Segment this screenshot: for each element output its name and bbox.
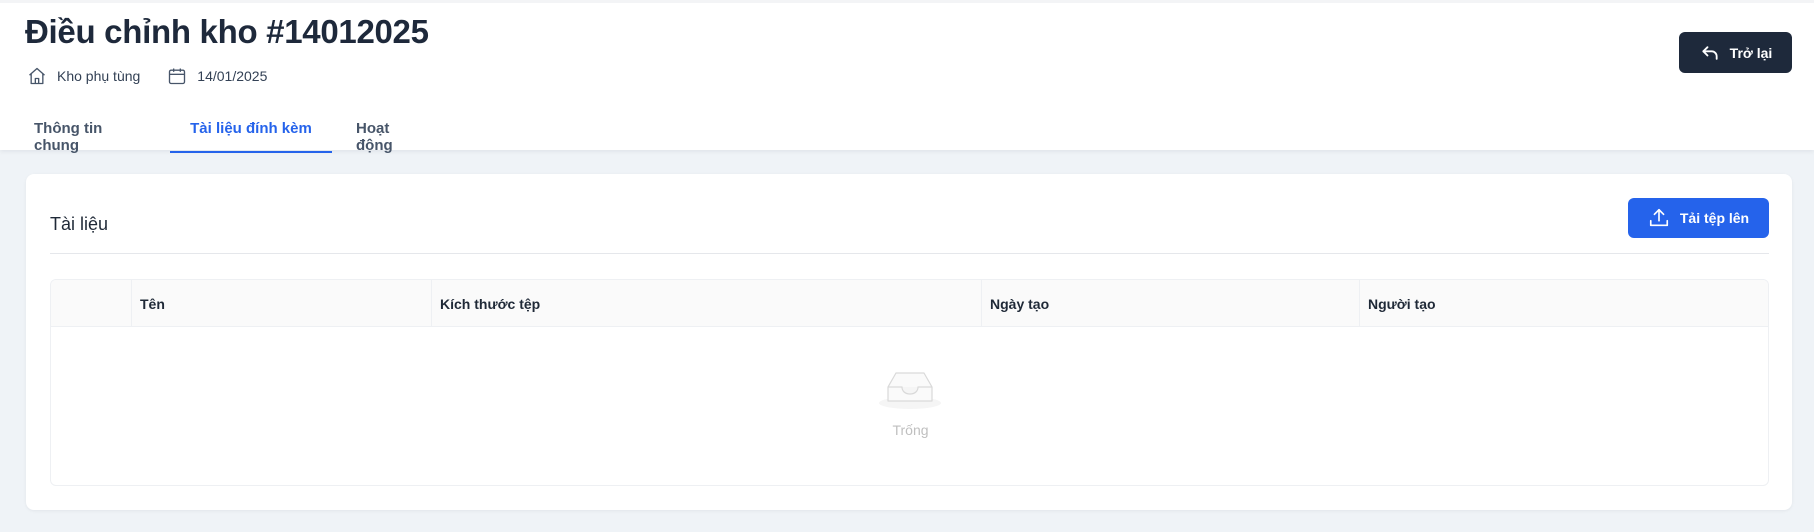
tab-attachments[interactable]: Tài liệu đính kèm: [170, 107, 332, 153]
empty-state: Trống: [51, 327, 1768, 485]
tab-activity[interactable]: Hoạt động: [356, 107, 428, 154]
page-header: Điều chỉnh kho #14012025 Kho phụ tùng 14…: [0, 0, 1814, 154]
inbox-icon: [878, 367, 942, 411]
undo-arrow-icon: [1699, 42, 1721, 64]
tab-bar: Thông tin chung Tài liệu đính kèm Hoạt đ…: [0, 107, 600, 154]
page-title: Điều chỉnh kho #14012025: [25, 13, 429, 50]
card-divider: [50, 253, 1769, 254]
upload-icon: [1648, 207, 1670, 229]
date-info: 14/01/2025: [166, 65, 267, 87]
column-header-created-date: Ngày tạo: [981, 280, 1359, 327]
back-button-label: Trở lại: [1729, 44, 1773, 61]
documents-card: Tài liệu Tải tệp lên Tên Kích thước tệp …: [26, 174, 1792, 510]
document-date: 14/01/2025: [197, 68, 268, 84]
page-meta: Kho phụ tùng 14/01/2025: [26, 65, 293, 87]
column-header-file-size: Kích thước tệp: [431, 280, 981, 327]
home-icon: [26, 65, 48, 87]
warehouse-name: Kho phụ tùng: [57, 68, 141, 84]
table-header: Tên Kích thước tệp Ngày tạo Người tạo: [51, 280, 1768, 327]
documents-title: Tài liệu: [50, 214, 109, 234]
upload-button-label: Tải tệp lên: [1679, 210, 1750, 226]
empty-text: Trống: [892, 422, 929, 438]
upload-button[interactable]: Tải tệp lên: [1628, 198, 1769, 238]
calendar-icon: [166, 65, 188, 87]
column-header-select: [51, 280, 131, 327]
back-button[interactable]: Trở lại: [1679, 32, 1792, 73]
warehouse-info: Kho phụ tùng: [26, 65, 140, 87]
column-header-created-by: Người tạo: [1359, 280, 1768, 327]
documents-table: Tên Kích thước tệp Ngày tạo Người tạo Tr…: [50, 279, 1769, 486]
column-header-name: Tên: [131, 280, 431, 327]
tab-general-info[interactable]: Thông tin chung: [34, 107, 148, 154]
